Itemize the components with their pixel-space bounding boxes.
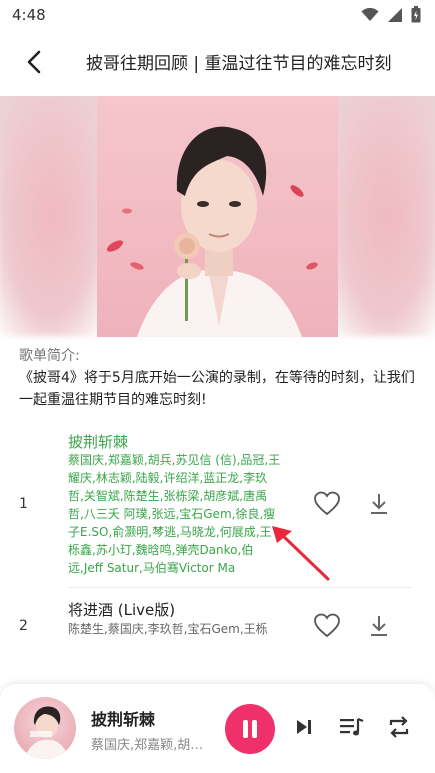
- banner-blur-right: [335, 96, 435, 336]
- pause-button[interactable]: [225, 704, 275, 754]
- playlist-banner: [0, 96, 435, 344]
- page-title: 披哥往期回顾 | 重温过往节目的难忘时刻: [86, 54, 392, 74]
- status-time: 4:48: [12, 6, 46, 24]
- song-title: 将进酒 (Live版): [68, 601, 176, 619]
- pause-icon: [243, 720, 248, 738]
- song-row[interactable]: 1 披荆斩棘 蔡国庆,郑嘉颖,胡兵,苏见信 (信),品冠,王耀庆,林志颖,陆毅,…: [0, 430, 435, 585]
- download-icon[interactable]: [368, 492, 390, 516]
- download-icon[interactable]: [368, 614, 390, 638]
- cover-illustration: [106, 126, 318, 337]
- heart-icon[interactable]: [313, 612, 341, 640]
- battery-icon: [411, 6, 421, 23]
- wifi-icon: [361, 7, 379, 21]
- signal-icon: [388, 7, 402, 22]
- intro-text: 《披哥4》将于5月底开始一公演的录制，在等待的时刻，让我们一起重温往期节目的难忘…: [19, 370, 415, 408]
- song-index: 1: [19, 496, 28, 512]
- song-title: 披荆斩棘: [68, 433, 129, 451]
- status-icons: [361, 6, 421, 23]
- header: 披哥往期回顾 | 重温过往节目的难忘时刻: [0, 30, 435, 96]
- back-arrow-icon[interactable]: [20, 48, 48, 76]
- playlist-icon[interactable]: [339, 716, 365, 738]
- next-track-icon[interactable]: [294, 717, 314, 737]
- song-row[interactable]: 2 将进酒 (Live版) 陈楚生,蔡国庆,李玖哲,宝石Gem,王栎: [0, 598, 435, 654]
- player-cover-image[interactable]: [14, 697, 76, 759]
- mini-player[interactable]: 披荆斩棘 蔡国庆,郑嘉颖,胡兵,苏见信 (信),品冠: [0, 684, 435, 773]
- red-arrow-icon: [272, 526, 330, 581]
- intro-label: 歌单简介:: [19, 348, 80, 364]
- heart-icon[interactable]: [313, 490, 341, 518]
- row-divider: [68, 587, 412, 588]
- song-index: 2: [19, 618, 28, 634]
- song-artists: 蔡国庆,郑嘉颖,胡兵,苏见信 (信),品冠,王耀庆,林志颖,陆毅,许绍洋,蓝正龙…: [68, 453, 281, 575]
- repeat-icon[interactable]: [387, 716, 411, 738]
- playlist-cover-image: [97, 96, 338, 337]
- banner-blur-left: [0, 96, 100, 336]
- player-artist: 蔡国庆,郑嘉颖,胡兵,苏见信 (信),品冠: [91, 738, 216, 753]
- song-artists: 陈楚生,蔡国庆,李玖哲,宝石Gem,王栎: [68, 622, 268, 636]
- status-bar: 4:48: [0, 0, 435, 30]
- player-song-title: 披荆斩棘: [91, 710, 156, 729]
